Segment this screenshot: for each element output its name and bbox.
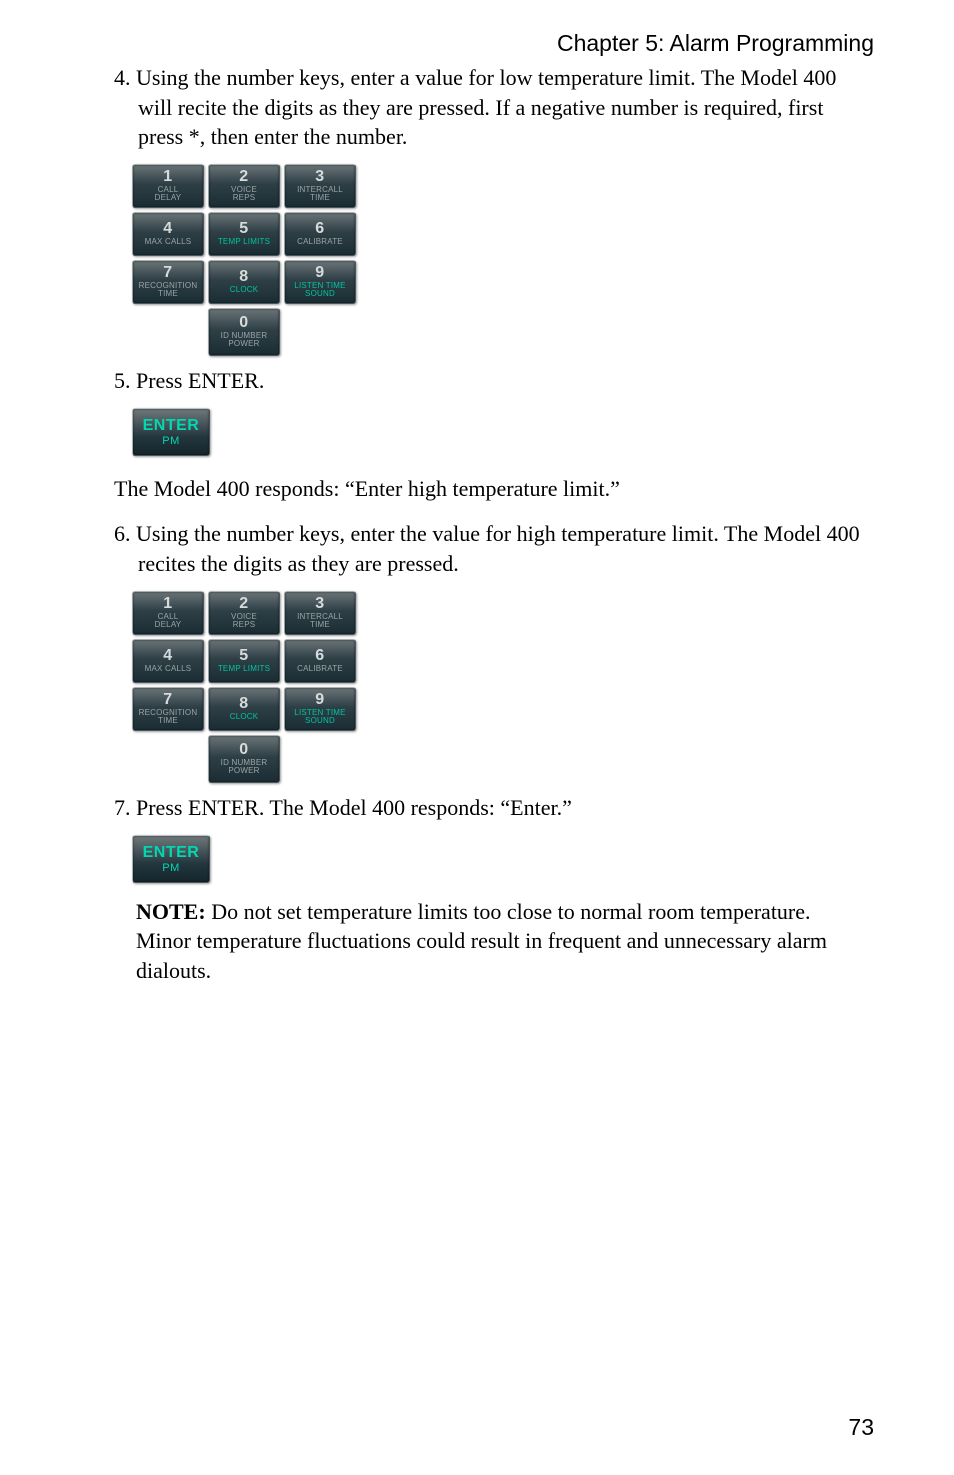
key-1[interactable]: 1CALL DELAY (132, 164, 204, 208)
key-7b-num: 7 (163, 692, 172, 709)
key-0-label: ID NUMBER POWER (221, 332, 268, 349)
key-5[interactable]: 5TEMP LIMITS (208, 212, 280, 256)
key-4-num: 4 (163, 221, 172, 238)
key-3[interactable]: 3INTERCALL TIME (284, 164, 356, 208)
enter-key-2[interactable]: ENTER PM (132, 835, 210, 883)
chapter-heading: Chapter 5: Alarm Programming (80, 30, 874, 57)
enter-sub-1: PM (162, 435, 180, 447)
key-3-label: INTERCALL TIME (297, 186, 343, 203)
key-4b-label: MAX CALLS (145, 665, 192, 673)
key-1b-label: CALL DELAY (155, 613, 182, 630)
key-5b[interactable]: 5TEMP LIMITS (208, 639, 280, 683)
key-6b-label: CALIBRATE (297, 665, 343, 673)
key-2-label: VOICE REPS (231, 186, 257, 203)
page-number: 73 (848, 1414, 874, 1441)
key-5b-num: 5 (239, 648, 248, 665)
key-7-label: RECOGNITION TIME (139, 282, 198, 299)
key-8b[interactable]: 8CLOCK (208, 687, 280, 731)
key-3b[interactable]: 3INTERCALL TIME (284, 591, 356, 635)
enter-sub-2: PM (162, 862, 180, 874)
key-0b[interactable]: 0ID NUMBER POWER (208, 735, 280, 783)
key-3b-label: INTERCALL TIME (297, 613, 343, 630)
key-5b-label: TEMP LIMITS (218, 665, 270, 673)
key-0[interactable]: 0ID NUMBER POWER (208, 308, 280, 356)
enter-key-1[interactable]: ENTER PM (132, 408, 210, 456)
key-5-label: TEMP LIMITS (218, 238, 270, 246)
key-7-num: 7 (163, 265, 172, 282)
key-9-num: 9 (315, 265, 324, 282)
note-rest: Do not set temperature limits too close … (136, 899, 827, 983)
key-7b[interactable]: 7RECOGNITION TIME (132, 687, 204, 731)
key-4b[interactable]: 4MAX CALLS (132, 639, 204, 683)
key-7b-label: RECOGNITION TIME (139, 709, 198, 726)
key-1-label: CALL DELAY (155, 186, 182, 203)
enter-main-2: ENTER (143, 844, 200, 862)
key-9b-num: 9 (315, 692, 324, 709)
key-1-num: 1 (163, 169, 172, 186)
key-2[interactable]: 2VOICE REPS (208, 164, 280, 208)
key-8b-label: CLOCK (230, 713, 259, 721)
key-2b[interactable]: 2VOICE REPS (208, 591, 280, 635)
step-6-text: 6. Using the number keys, enter the valu… (114, 519, 874, 578)
key-2b-label: VOICE REPS (231, 613, 257, 630)
key-6b-num: 6 (315, 648, 324, 665)
key-1b[interactable]: 1CALL DELAY (132, 591, 204, 635)
key-4b-num: 4 (163, 648, 172, 665)
key-0-num: 0 (239, 315, 248, 332)
key-0b-num: 0 (239, 742, 248, 759)
key-4[interactable]: 4MAX CALLS (132, 212, 204, 256)
keypad-2: 1CALL DELAY 2VOICE REPS 3INTERCALL TIME … (132, 591, 874, 783)
key-7[interactable]: 7RECOGNITION TIME (132, 260, 204, 304)
key-6b[interactable]: 6CALIBRATE (284, 639, 356, 683)
key-2-num: 2 (239, 169, 248, 186)
enter-main-1: ENTER (143, 417, 200, 435)
key-9b-label: LISTEN TIME SOUND (294, 709, 345, 726)
key-6[interactable]: 6CALIBRATE (284, 212, 356, 256)
key-8-num: 8 (239, 269, 248, 286)
note-text: NOTE: Do not set temperature limits too … (136, 897, 874, 986)
key-3b-num: 3 (315, 596, 324, 613)
key-0b-label: ID NUMBER POWER (221, 759, 268, 776)
key-6-label: CALIBRATE (297, 238, 343, 246)
step-7-text: 7. Press ENTER. The Model 400 responds: … (114, 793, 874, 823)
response-text: The Model 400 responds: “Enter high temp… (114, 474, 874, 504)
key-8b-num: 8 (239, 696, 248, 713)
step-5-text: 5. Press ENTER. (114, 366, 874, 396)
key-8[interactable]: 8CLOCK (208, 260, 280, 304)
key-9b[interactable]: 9LISTEN TIME SOUND (284, 687, 356, 731)
key-9-label: LISTEN TIME SOUND (294, 282, 345, 299)
key-4-label: MAX CALLS (145, 238, 192, 246)
key-9[interactable]: 9LISTEN TIME SOUND (284, 260, 356, 304)
key-1b-num: 1 (163, 596, 172, 613)
key-6-num: 6 (315, 221, 324, 238)
key-8-label: CLOCK (230, 286, 259, 294)
key-2b-num: 2 (239, 596, 248, 613)
key-5-num: 5 (239, 221, 248, 238)
step-4-text: 4. Using the number keys, enter a value … (114, 63, 874, 152)
note-bold: NOTE: (136, 899, 206, 924)
keypad-1: 1CALL DELAY 2VOICE REPS 3INTERCALL TIME … (132, 164, 874, 356)
key-3-num: 3 (315, 169, 324, 186)
